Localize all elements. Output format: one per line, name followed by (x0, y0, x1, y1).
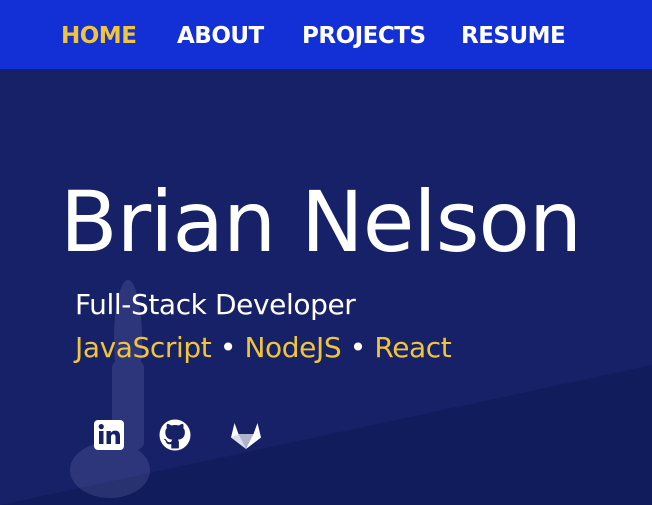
skill-separator: • (349, 331, 367, 364)
linkedin-icon (94, 420, 124, 450)
skills-line: JavaScript • NodeJS • React (75, 331, 452, 365)
nav-projects-link[interactable]: PROJECTS (302, 22, 426, 50)
nav-resume-link[interactable]: RESUME (461, 22, 566, 50)
gitlab-icon (231, 423, 261, 449)
gitlab-link[interactable] (229, 418, 263, 452)
skill-react: React (374, 331, 452, 364)
skill-javascript: JavaScript (75, 331, 212, 364)
github-link[interactable] (158, 418, 192, 452)
navbar: HOME ABOUT PROJECTS RESUME (0, 0, 652, 69)
hero-name: Brian Nelson (60, 173, 582, 271)
skill-nodejs: NodeJS (244, 331, 342, 364)
nav-about-link[interactable]: ABOUT (177, 22, 264, 50)
hero-role: Full-Stack Developer (75, 288, 356, 321)
github-icon (159, 419, 191, 451)
skill-separator: • (219, 331, 237, 364)
nav-home-link[interactable]: HOME (61, 22, 137, 50)
linkedin-link[interactable] (92, 418, 126, 452)
